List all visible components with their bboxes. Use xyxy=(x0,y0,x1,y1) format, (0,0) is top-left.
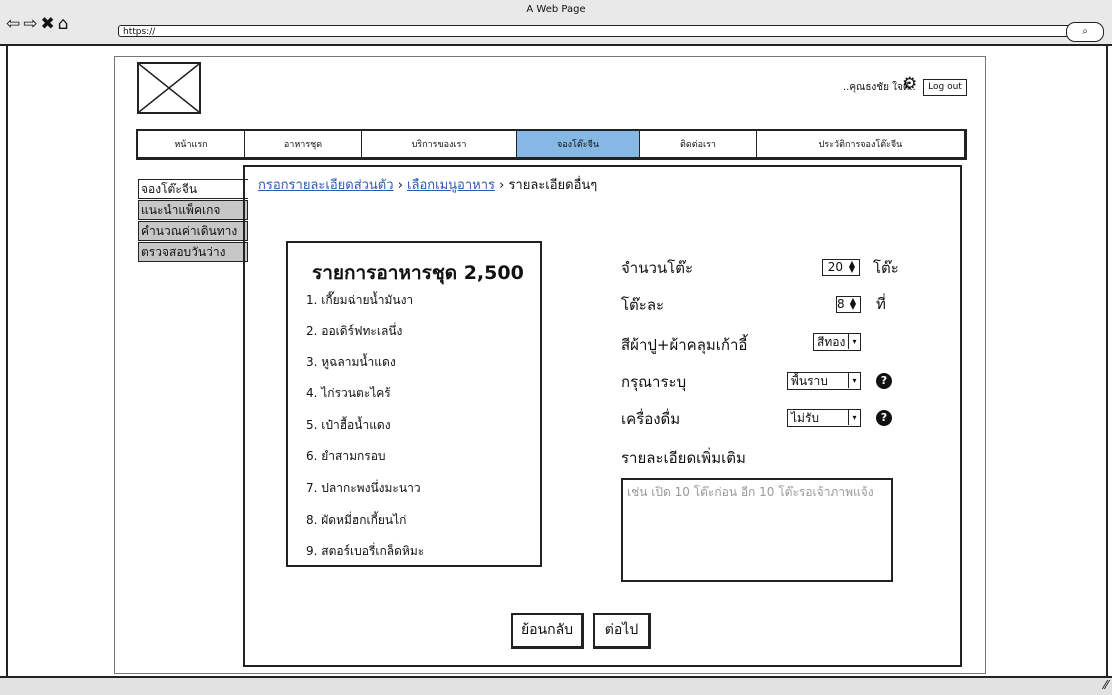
gear-icon[interactable]: ⚙ xyxy=(902,76,917,93)
table-count-value: 20 xyxy=(827,260,843,274)
next-button[interactable]: ต่อไป xyxy=(593,613,651,649)
specify-label: กรุณาระบุ xyxy=(621,373,687,391)
breadcrumb: กรอกรายละเอียดส่วนตัว › เลือกเมนูอาหาร ›… xyxy=(258,174,597,195)
menu-item: 4. ไก่รวนตะไคร้ xyxy=(306,386,391,400)
breadcrumb-separator: › xyxy=(494,178,509,193)
sidebar-item-availability[interactable]: ตรวจสอบวันว่าง xyxy=(138,242,248,262)
chevron-down-icon[interactable]: ▾ xyxy=(848,334,860,349)
back-arrow-icon[interactable]: ⇦ xyxy=(6,14,23,34)
breadcrumb-current: รายละเอียดอื่นๆ xyxy=(508,178,598,193)
stepper-arrows-icon[interactable]: ▲ ▼ xyxy=(847,260,857,274)
close-icon[interactable]: ✖ xyxy=(41,14,58,34)
browser-nav-icons: ⇦⇨✖⌂ xyxy=(6,14,72,34)
forward-arrow-icon[interactable]: ⇨ xyxy=(23,14,40,34)
specify-value: พื้นราบ xyxy=(791,374,828,388)
sidebar: จองโต๊ะจีน แนะนำแพ็คเกจ คำนวณค่าเดินทาง … xyxy=(138,179,248,263)
table-count-stepper[interactable]: 20 ▲ ▼ xyxy=(822,259,860,276)
breadcrumb-separator: › xyxy=(393,178,408,193)
status-bar: ⁄⁄ xyxy=(0,676,1112,695)
home-icon[interactable]: ⌂ xyxy=(58,14,72,34)
menu-item: 8. ผัดหมี่ฮกเกี้ยนไก่ xyxy=(306,513,407,527)
details-label: รายละเอียดเพิ่มเติม xyxy=(621,449,746,467)
main-nav: หน้าแรก อาหารชุด บริการของเรา จองโต๊ะจีน… xyxy=(136,129,967,160)
resize-grip-icon[interactable]: ⁄⁄ xyxy=(1104,678,1108,692)
logout-button[interactable]: Log out xyxy=(923,79,967,96)
seats-unit: ที่ xyxy=(876,295,886,313)
breadcrumb-select-menu[interactable]: เลือกเมนูอาหาร xyxy=(407,178,495,193)
menu-item: 6. ยำสามกรอบ xyxy=(306,449,386,463)
sidebar-item-booking[interactable]: จองโต๊ะจีน xyxy=(138,179,248,199)
question-circle-icon[interactable]: ? xyxy=(876,410,892,426)
menu-item: 2. ออเดิร์ฟทะเลนึ่ง xyxy=(306,324,403,338)
chevron-down-icon[interactable]: ▾ xyxy=(848,410,860,425)
seats-value: 8 xyxy=(837,297,845,311)
menu-title: รายการอาหารชุด 2,500 xyxy=(312,262,524,284)
drinks-label: เครื่องดื่ม xyxy=(621,410,681,428)
image-placeholder-icon xyxy=(138,63,200,113)
menu-item: 5. เป๋าฮื้อน้ำแดง xyxy=(306,418,391,432)
breadcrumb-personal-details[interactable]: กรอกรายละเอียดส่วนตัว xyxy=(258,178,394,193)
sidebar-item-travel-cost[interactable]: คำนวณค่าเดินทาง xyxy=(138,221,248,241)
seats-stepper[interactable]: 8 ▲ ▼ xyxy=(836,296,861,313)
tab-booking[interactable]: จองโต๊ะจีน xyxy=(517,131,640,157)
drinks-select[interactable]: ไม่รับ ▾ xyxy=(787,409,861,427)
search-icon[interactable]: ⌕ xyxy=(1066,22,1104,42)
chevron-down-icon[interactable]: ▾ xyxy=(848,373,860,388)
menu-item: 1. เกี๊ยมฉ่ายน้ำมันงา xyxy=(306,293,414,307)
cloth-color-label: สีผ้าปู+ผ้าคลุมเก้าอี้ xyxy=(621,336,748,354)
specify-select[interactable]: พื้นราบ ▾ xyxy=(787,372,861,390)
tab-services[interactable]: บริการของเรา xyxy=(362,131,517,157)
tab-contact[interactable]: ติดต่อเรา xyxy=(640,131,757,157)
logo-placeholder xyxy=(137,62,201,114)
cloth-color-select[interactable]: สีทอง ▾ xyxy=(813,333,861,351)
details-textarea[interactable] xyxy=(621,478,893,582)
stepper-arrows-icon[interactable]: ▲ ▼ xyxy=(848,297,858,311)
menu-item: 9. สตอร์เบอรี่เกล็ดหิมะ xyxy=(306,544,425,558)
tab-booking-history[interactable]: ประวัติการจองโต๊ะจีน xyxy=(757,131,964,157)
tab-home[interactable]: หน้าแรก xyxy=(138,131,245,157)
drinks-value: ไม่รับ xyxy=(791,411,820,425)
window-title: A Web Page xyxy=(526,4,586,15)
browser-chrome: A Web Page ⇦⇨✖⌂ https:// ⌕ xyxy=(0,0,1112,46)
cloth-color-value: สีทอง xyxy=(817,335,846,349)
back-button[interactable]: ย้อนกลับ xyxy=(511,613,584,649)
sidebar-item-packages[interactable]: แนะนำแพ็คเกจ xyxy=(138,200,248,220)
url-bar[interactable]: https:// xyxy=(118,25,1078,37)
menu-item: 3. หูฉลามน้ำแดง xyxy=(306,355,396,369)
tab-set-menu[interactable]: อาหารชุด xyxy=(245,131,362,157)
table-count-unit: โต๊ะ xyxy=(873,259,899,277)
question-circle-icon[interactable]: ? xyxy=(876,373,892,389)
table-count-label: จำนวนโต๊ะ xyxy=(621,259,693,277)
seats-label: โต๊ะละ xyxy=(621,296,665,314)
menu-item: 7. ปลากะพงนึ่งมะนาว xyxy=(306,481,421,495)
